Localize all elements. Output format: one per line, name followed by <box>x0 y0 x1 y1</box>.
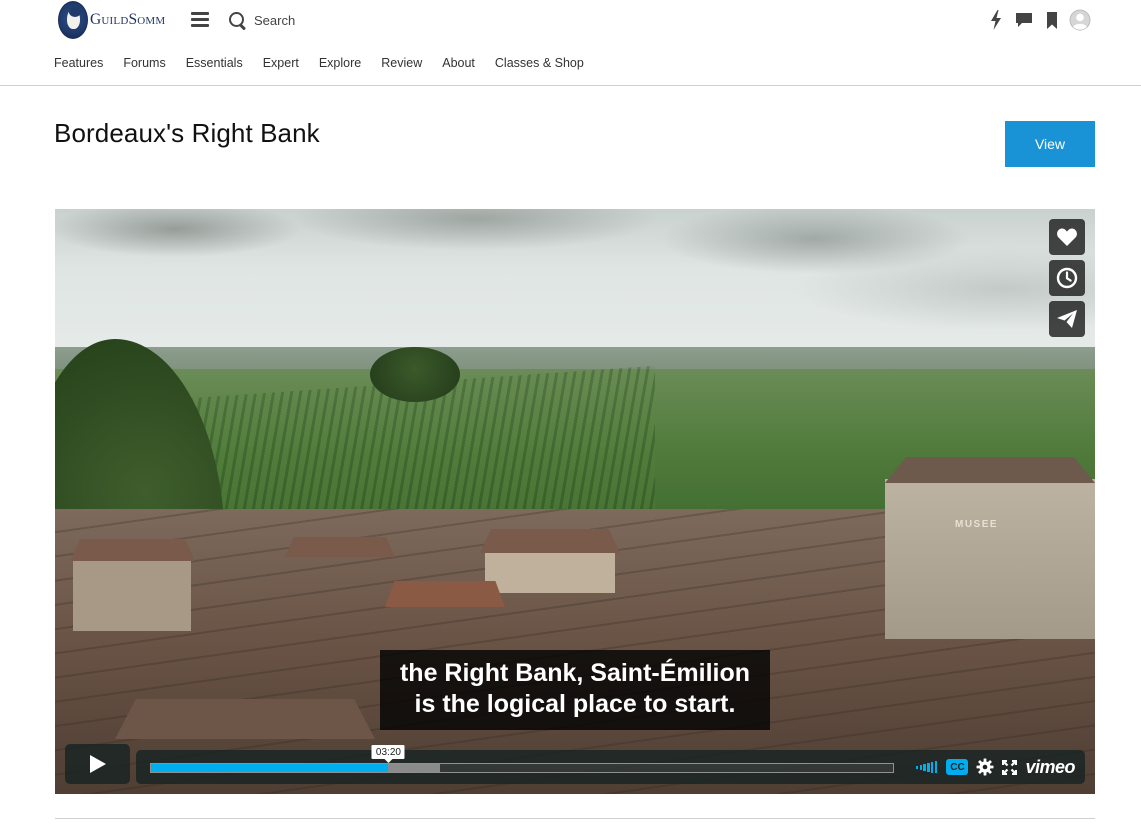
brand-name: GuildSomm <box>90 11 166 28</box>
share-button[interactable] <box>1049 301 1085 337</box>
nav-item-about[interactable]: About <box>442 56 475 70</box>
bookmark-icon[interactable] <box>1041 9 1063 31</box>
player-control-icons: CC vimeo <box>908 757 1075 777</box>
video-captions: the Right Bank, Saint-Émilion is the log… <box>380 650 770 730</box>
video-wall <box>73 561 191 631</box>
page-title: Bordeaux's Right Bank <box>54 118 320 148</box>
content-divider <box>55 818 1095 819</box>
search-button[interactable]: Search <box>228 11 295 30</box>
view-button[interactable]: View <box>1005 121 1095 167</box>
main-nav: Features Forums Essentials Expert Explor… <box>54 56 604 70</box>
clock-icon <box>1056 267 1078 289</box>
video-sky <box>55 209 1095 359</box>
video-roof <box>70 539 195 561</box>
nav-item-explore[interactable]: Explore <box>319 56 361 70</box>
progress-bar[interactable]: 03:20 <box>150 745 894 773</box>
video-player[interactable]: MUSEE the Right Bank, Saint-Émilion is t… <box>55 209 1095 794</box>
vimeo-logo[interactable]: vimeo <box>1025 757 1075 778</box>
video-controls: 03:20 CC vimeo <box>136 745 1085 784</box>
paper-plane-icon <box>1057 310 1077 328</box>
header-actions <box>979 9 1091 31</box>
guildsomm-logo[interactable]: GuildSomm <box>58 0 180 40</box>
video-roof <box>385 581 505 607</box>
video-sign-musee: MUSEE <box>955 519 999 530</box>
volume-icon[interactable] <box>915 761 939 773</box>
video-museum-building <box>885 479 1095 639</box>
top-bar: GuildSomm Search <box>0 0 1141 42</box>
play-button[interactable] <box>65 744 130 784</box>
video-trees-mid <box>370 347 460 402</box>
nav-item-essentials[interactable]: Essentials <box>186 56 243 70</box>
video-roof <box>480 529 620 553</box>
video-roof <box>285 537 395 557</box>
watch-later-button[interactable] <box>1049 260 1085 296</box>
caption-line: is the logical place to start. <box>414 690 736 718</box>
logo-medallion-icon <box>58 1 88 39</box>
nav-divider <box>0 85 1141 86</box>
video-roof <box>115 699 375 739</box>
nav-item-forums[interactable]: Forums <box>123 56 165 70</box>
caption-line: the Right Bank, Saint-Émilion <box>399 659 750 687</box>
progress-played <box>151 764 389 772</box>
video-wall <box>485 553 615 593</box>
fullscreen-icon[interactable] <box>1002 759 1018 775</box>
user-avatar-icon[interactable] <box>1069 9 1091 31</box>
lightning-icon[interactable] <box>985 9 1007 31</box>
nav-item-features[interactable]: Features <box>54 56 103 70</box>
hamburger-menu-icon[interactable] <box>191 12 209 28</box>
nav-item-expert[interactable]: Expert <box>263 56 299 70</box>
chat-icon[interactable] <box>1013 9 1035 31</box>
play-icon <box>89 755 106 773</box>
search-icon <box>228 11 247 30</box>
like-button[interactable] <box>1049 219 1085 255</box>
heart-icon <box>1057 228 1077 246</box>
time-tooltip: 03:20 <box>371 745 405 763</box>
video-side-actions <box>1049 219 1085 342</box>
nav-item-review[interactable]: Review <box>381 56 422 70</box>
settings-gear-icon[interactable] <box>976 758 994 776</box>
closed-captions-button[interactable]: CC <box>946 759 969 775</box>
nav-item-classes-shop[interactable]: Classes & Shop <box>495 56 584 70</box>
search-label: Search <box>254 13 296 28</box>
